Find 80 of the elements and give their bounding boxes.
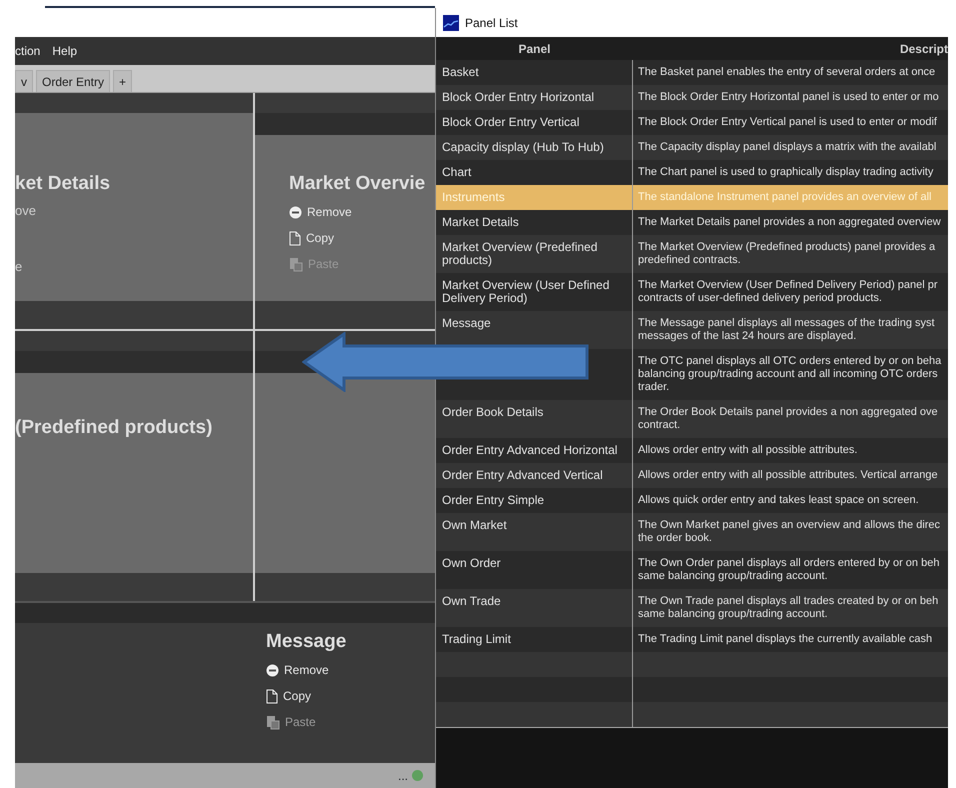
panel-description: The Own Market panel gives an overview and allows the direc the order book. xyxy=(638,519,940,545)
menu-item[interactable]: Help xyxy=(52,42,78,60)
panel-name[interactable]: Trading Limit xyxy=(442,633,626,646)
table-row[interactable]: Market Details The Market Details panel provides a non aggregated overview xyxy=(436,210,948,235)
panel-text: ove xyxy=(15,202,37,220)
panel-name[interactable]: Market Overview (Predefined products) xyxy=(442,241,626,267)
menu-item[interactable]: ction xyxy=(15,42,40,60)
table-row[interactable]: Market Overview (User Defined Delivery Period) The Market Overview (User Defined Delivery Period) panel pr contracts of user-defined delivery period products. xyxy=(436,273,948,311)
table-row[interactable]: Order Entry Advanced Vertical Allows order entry with all possible attributes. Vertical arrange xyxy=(436,463,948,488)
table-row[interactable]: Own Order The Own Order panel displays all orders entered by or on beh same balancing group/trading account. xyxy=(436,551,948,589)
panel-description: Allows order entry with all possible attributes. xyxy=(638,444,858,457)
panel-description: The Block Order Entry Horizontal panel is used to enter or mo xyxy=(638,91,939,104)
panel-text: e xyxy=(15,258,24,276)
panel-name[interactable]: Basket xyxy=(442,66,626,79)
panel-name[interactable]: Order Entry Simple xyxy=(442,494,626,507)
panel-description: The Market Details panel provides a non aggregated overview xyxy=(638,216,941,229)
add-tab-button[interactable]: + xyxy=(113,70,132,92)
column-header[interactable]: Panel xyxy=(436,40,633,58)
panel-description: Allows quick order entry and takes least space on screen. xyxy=(638,494,919,507)
panel-description: The standalone Instrument panel provides an overview of all xyxy=(638,191,932,204)
menu-item[interactable]: Remove xyxy=(289,203,435,221)
minus-circle-icon xyxy=(266,664,279,676)
panel-description: The Market Overview (User Defined Delivery Period) panel pr contracts of user-defined delivery period products. xyxy=(638,279,938,305)
panel-description: The Own Order panel displays all orders entered by or on beh same balancing group/trading account. xyxy=(638,557,940,583)
panel-description: The Own Trade panel displays all trades created by or on beh same balancing group/trading account. xyxy=(638,595,938,621)
panel-description: The Message panel displays all messages of the trading syst messages of the last 24 hours are displayed. xyxy=(638,317,935,343)
window-title: Panel List xyxy=(465,14,518,32)
table-row[interactable]: Own Trade The Own Trade panel displays all trades created by or on beh same balancing group/trading account. xyxy=(436,589,948,627)
paste-icon xyxy=(266,714,280,730)
column-header[interactable]: Descript xyxy=(633,40,948,58)
panel-name[interactable]: Market Overview (User Defined Delivery Period) xyxy=(442,279,626,305)
panel-heading: ket Details xyxy=(15,173,112,195)
panel-name[interactable]: Block Order Entry Vertical xyxy=(442,116,626,129)
panel-description: The Trading Limit panel displays the currently available cash xyxy=(638,633,932,646)
table-row[interactable]: Block Order Entry Horizontal The Block Order Entry Horizontal panel is used to enter or mo xyxy=(436,85,948,110)
panel-name[interactable]: Order Entry Advanced Horizontal xyxy=(442,444,626,457)
panel-name[interactable]: Capacity display (Hub To Hub) xyxy=(442,141,626,154)
table-row[interactable]: Order Entry Advanced Horizontal Allows order entry with all possible attributes. xyxy=(436,438,948,463)
panel-name[interactable]: Market Details xyxy=(442,216,626,229)
panel-description: The Capacity display panel displays a matrix with the availabl xyxy=(638,141,936,154)
table-row[interactable]: Trading Limit The Trading Limit panel displays the currently available cash xyxy=(436,627,948,652)
menu-item[interactable]: Copy xyxy=(289,229,435,247)
panel-heading: Message xyxy=(266,631,348,653)
table-row[interactable]: Basket The Basket panel enables the entry of several orders at once xyxy=(436,60,948,85)
status-text: ... xyxy=(398,768,408,784)
panel-description: The Basket panel enables the entry of several orders at once xyxy=(638,66,936,79)
panel-description: The Order Book Details panel provides a non aggregated ove contract. xyxy=(638,406,938,432)
panel-description: The Chart panel is used to graphically display trading activity xyxy=(638,166,934,179)
table-row[interactable]: Capacity display (Hub To Hub) The Capacity display panel displays a matrix with the availabl xyxy=(436,135,948,160)
panel-name[interactable]: Order Book Details xyxy=(442,406,626,419)
panel-heading: Market Overvie xyxy=(289,173,426,195)
chart-icon xyxy=(443,14,459,30)
panel-name[interactable]: Block Order Entry Horizontal xyxy=(442,91,626,104)
table-row[interactable]: Block Order Entry Vertical The Block Order Entry Vertical panel is used to enter or modif xyxy=(436,110,948,135)
status-dot xyxy=(412,770,423,781)
tab[interactable]: Order Entry xyxy=(36,70,110,92)
table-row[interactable]: Chart The Chart panel is used to graphically display trading activity xyxy=(436,160,948,185)
panel-name[interactable]: Own Trade xyxy=(442,595,626,608)
document-icon xyxy=(289,230,301,246)
panel-name[interactable]: Order Entry Advanced Vertical xyxy=(442,469,626,482)
document-icon xyxy=(266,688,278,704)
table-row[interactable]: Message The Message panel displays all messages of the trading syst messages of the last 24 hours are displayed. xyxy=(436,311,948,349)
table-row[interactable]: Order Entry Simple Allows quick order entry and takes least space on screen. xyxy=(436,488,948,513)
panel-description: Allows order entry with all possible attributes. Vertical arrange xyxy=(638,469,938,482)
paste-icon xyxy=(289,256,303,272)
table-row[interactable]: Own Market The Own Market panel gives an overview and allows the direc the order book. xyxy=(436,513,948,551)
tab[interactable]: v xyxy=(15,70,33,92)
panel-description: The Block Order Entry Vertical panel is used to enter or modif xyxy=(638,116,937,129)
menu-item[interactable]: Copy xyxy=(266,687,435,705)
panel-description: The OTC panel displays all OTC orders entered by or on beha balancing group/trading account and all incoming OTC orders trader. xyxy=(638,355,942,394)
table-row[interactable]: Market Overview (Predefined products) The Market Overview (Predefined products) panel provides a predefined contracts. xyxy=(436,235,948,273)
panel-name[interactable]: Own Order xyxy=(442,557,626,570)
panel-name[interactable]: Own Market xyxy=(442,519,626,532)
panel-name[interactable]: Chart xyxy=(442,166,626,179)
panel-description: The Market Overview (Predefined products) panel provides a predefined contracts. xyxy=(638,241,936,267)
table-row[interactable]: Order Book Details The Order Book Details panel provides a non aggregated ove contract. xyxy=(436,400,948,438)
menu-item[interactable]: Remove xyxy=(266,661,435,679)
panel-name[interactable]: Message xyxy=(442,317,626,330)
panel-heading: (Predefined products) xyxy=(15,417,214,439)
minus-circle-icon xyxy=(289,206,302,218)
